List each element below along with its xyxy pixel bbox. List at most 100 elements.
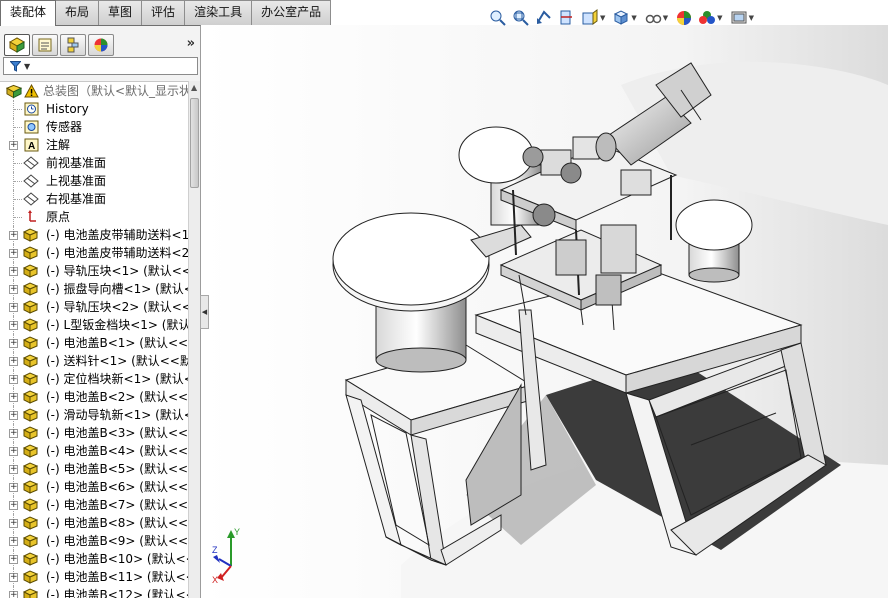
tree-item[interactable]: 上视基准面	[0, 172, 188, 190]
dropdown-arrow-icon[interactable]: ▼	[749, 14, 754, 22]
collapse-panel-handle[interactable]: ◀	[200, 295, 209, 329]
part-icon	[23, 498, 39, 512]
feature-manager-icon	[8, 37, 26, 53]
expand-toggle[interactable]: +	[9, 429, 18, 438]
tab-layout[interactable]: 布局	[55, 0, 100, 25]
edit-appearance-button[interactable]	[674, 8, 694, 28]
tree-item-label: (-) 滑动导轨新<1> (默认<	[46, 408, 188, 422]
tree-item[interactable]: + (-) 电池盖B<12> (默认<<	[0, 586, 188, 598]
tab-office-products[interactable]: 办公室产品	[251, 0, 332, 25]
dropdown-arrow-icon[interactable]: ▼	[600, 14, 605, 22]
tree-item-label: (-) 电池盖B<4> (默认<<	[46, 444, 188, 458]
part-icon	[23, 516, 39, 530]
expand-toggle[interactable]: +	[9, 573, 18, 582]
tree-root-assembly[interactable]: 总装图（默认<默认_显示状	[0, 82, 188, 100]
expand-toggle[interactable]: +	[9, 267, 18, 276]
expand-panel-chevron[interactable]: »	[187, 36, 195, 51]
part-icon	[23, 354, 39, 368]
expand-toggle[interactable]: +	[9, 285, 18, 294]
expand-toggle[interactable]: +	[9, 591, 18, 598]
dropdown-arrow-icon[interactable]: ▼	[717, 14, 722, 22]
tree-item[interactable]: + (-) 电池盖B<3> (默认<<	[0, 424, 188, 442]
expand-toggle[interactable]: +	[9, 375, 18, 384]
tab-assembly[interactable]: 装配体	[0, 0, 57, 26]
previous-view-button[interactable]	[534, 8, 554, 28]
expand-toggle[interactable]: +	[9, 231, 18, 240]
command-manager-tabs: 装配体 布局 草图 评估 渲染工具 办公室产品	[0, 0, 332, 26]
configuration-manager-tab[interactable]	[60, 34, 86, 56]
tree-item[interactable]: + (-) 电池盖B<4> (默认<<	[0, 442, 188, 460]
tree-item[interactable]: + (-) 电池盖皮带辅助送料<1	[0, 226, 188, 244]
tree-item[interactable]: 右视基准面	[0, 190, 188, 208]
expand-toggle[interactable]: +	[9, 483, 18, 492]
expand-toggle[interactable]: +	[9, 519, 18, 528]
tab-sketch[interactable]: 草图	[98, 0, 143, 25]
feature-manager-tab[interactable]	[4, 34, 30, 56]
tree-item[interactable]: + A 注解	[0, 136, 188, 154]
view-orientation-icon	[582, 9, 598, 25]
tree-item[interactable]: 前视基准面	[0, 154, 188, 172]
dropdown-arrow-icon[interactable]: ▼	[663, 14, 668, 22]
view-orientation-button[interactable]	[580, 8, 600, 28]
tree-item[interactable]: + (-) 导轨压块<2> (默认<<	[0, 298, 188, 316]
history-icon	[23, 102, 39, 116]
zoom-to-fit-button[interactable]	[488, 8, 508, 28]
tree-item[interactable]: + (-) 电池盖B<1> (默认<<	[0, 334, 188, 352]
tree-item-label: (-) 电池盖B<7> (默认<<	[46, 498, 188, 512]
graphics-area[interactable]	[201, 25, 888, 598]
view-settings-button[interactable]	[729, 8, 749, 28]
tree-item[interactable]: + (-) 电池盖B<9> (默认<<	[0, 532, 188, 550]
zoom-to-area-button[interactable]	[511, 8, 531, 28]
apply-scene-button[interactable]	[697, 8, 717, 28]
assembly-model-view[interactable]	[201, 25, 888, 598]
expand-toggle[interactable]: +	[9, 501, 18, 510]
hide-show-items-button[interactable]	[643, 8, 663, 28]
expand-toggle[interactable]: +	[9, 447, 18, 456]
tree-item[interactable]: + (-) 电池盖B<10> (默认<<	[0, 550, 188, 568]
expand-toggle[interactable]: +	[9, 537, 18, 546]
property-manager-tab[interactable]	[32, 34, 58, 56]
tree-item[interactable]: + (-) 导轨压块<1> (默认<<	[0, 262, 188, 280]
section-view-button[interactable]	[557, 8, 577, 28]
expand-toggle[interactable]: +	[9, 303, 18, 312]
expand-toggle[interactable]: +	[9, 321, 18, 330]
tree-filter[interactable]: ▼	[3, 57, 198, 75]
tab-evaluate[interactable]: 评估	[141, 0, 186, 25]
tree-item[interactable]: + (-) 滑动导轨新<1> (默认<	[0, 406, 188, 424]
dropdown-arrow-icon[interactable]: ▼	[631, 14, 636, 22]
expand-toggle[interactable]: +	[9, 357, 18, 366]
tree-item[interactable]: + (-) 电池盖B<7> (默认<<	[0, 496, 188, 514]
tree-item[interactable]: + (-) 定位档块新<1> (默认<	[0, 370, 188, 388]
tree-item[interactable]: 原点	[0, 208, 188, 226]
tree-item[interactable]: + (-) 振盘导向槽<1> (默认<	[0, 280, 188, 298]
tree-item[interactable]: + (-) 电池盖B<8> (默认<<	[0, 514, 188, 532]
tree-item[interactable]: + (-) 电池盖B<2> (默认<<	[0, 388, 188, 406]
part-icon	[23, 336, 39, 350]
scrollbar-thumb[interactable]	[190, 98, 199, 188]
expand-toggle[interactable]: +	[9, 249, 18, 258]
expand-toggle[interactable]: +	[9, 555, 18, 564]
tree-item[interactable]: + (-) 电池盖B<5> (默认<<	[0, 460, 188, 478]
expand-toggle[interactable]: +	[9, 141, 18, 150]
expand-toggle[interactable]: +	[9, 339, 18, 348]
display-style-button[interactable]	[611, 8, 631, 28]
tree-item-label: History	[46, 102, 89, 116]
tree-item[interactable]: + (-) 送料针<1> (默认<<默	[0, 352, 188, 370]
tree-item[interactable]: 传感器	[0, 118, 188, 136]
tree-item[interactable]: + (-) 电池盖皮带辅助送料<2	[0, 244, 188, 262]
expand-toggle[interactable]: +	[9, 411, 18, 420]
part-icon	[23, 426, 39, 440]
heads-up-view-toolbar: ▼ ▼ ▼ ▼ ▼	[488, 7, 757, 29]
tree-item[interactable]: + (-) L型钣金档块<1> (默认	[0, 316, 188, 334]
plane-icon	[23, 156, 39, 170]
scroll-up-arrow[interactable]: ▲	[191, 83, 197, 92]
display-manager-tab[interactable]	[88, 34, 114, 56]
tree-scrollbar[interactable]: ▲	[188, 81, 200, 598]
tree-item[interactable]: + (-) 电池盖B<6> (默认<<	[0, 478, 188, 496]
tab-render-tools[interactable]: 渲染工具	[184, 0, 253, 25]
expand-toggle[interactable]: +	[9, 465, 18, 474]
tree-item[interactable]: + (-) 电池盖B<11> (默认<<	[0, 568, 188, 586]
tree-item[interactable]: History	[0, 100, 188, 118]
expand-toggle[interactable]: +	[9, 393, 18, 402]
zoom-to-fit-icon	[490, 10, 506, 26]
